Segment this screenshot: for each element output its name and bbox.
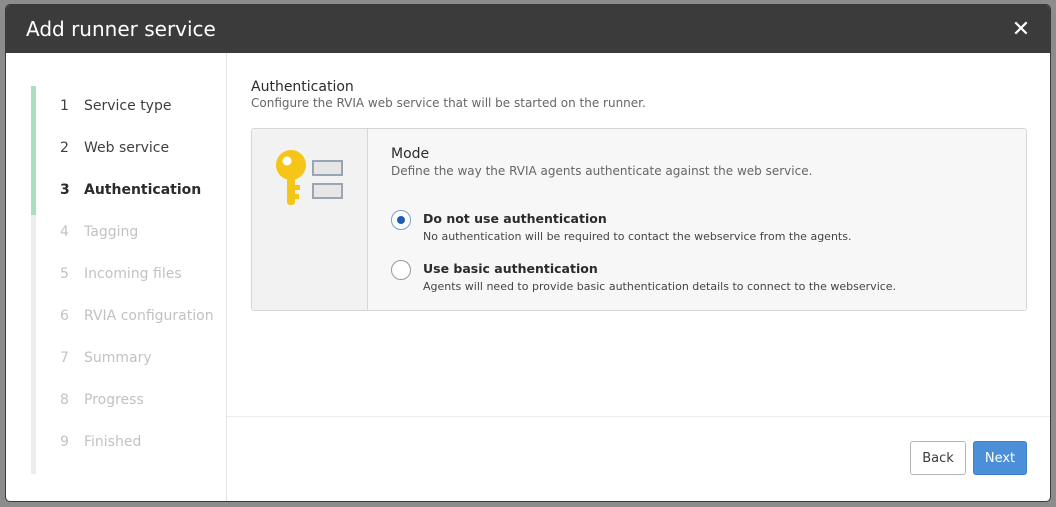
wizard-step-number: 7 [60,350,69,366]
wizard-steps: 1 Service type 2 Web service 3 Authentication… [60,98,214,476]
wizard-step-number: 4 [60,224,69,240]
wizard-step-label: Finished [84,434,142,450]
close-button[interactable]: ✕ [1006,14,1036,44]
wizard-step-label: Service type [84,98,172,114]
wizard-step: 7 Summary [60,350,214,392]
option-label: Use basic authentication [423,261,598,276]
mode-icon-panel [252,129,368,310]
wizard-step-number: 8 [60,392,69,408]
wizard-step: 1 Service type [60,98,214,140]
dialog-body: 1 Service type 2 Web service 3 Authentication… [6,53,1050,501]
option-label: Do not use authentication [423,211,607,226]
wizard-step: 9 Finished [60,434,214,476]
key-icon [276,150,343,205]
next-button[interactable]: Next [973,441,1027,475]
wizard-step-label: Progress [84,392,144,408]
option-description: No authentication will be required to co… [423,230,852,243]
wizard-step-number: 5 [60,266,69,282]
wizard-step: 8 Progress [60,392,214,434]
wizard-step-label: Authentication [84,182,202,198]
wizard-step-label: Web service [84,140,170,156]
wizard-step: 3 Authentication [60,182,214,224]
dialog-footer: Back Next [227,416,1050,501]
mode-title: Mode [391,146,430,162]
wizard-content: Authentication Configure the RVIA web se… [227,53,1050,501]
wizard-step-label: Incoming files [84,266,182,282]
mode-subtitle: Define the way the RVIA agents authentic… [391,164,813,178]
back-button[interactable]: Back [910,441,966,475]
mode-settings: Mode Define the way the RVIA agents auth… [368,129,1026,310]
wizard-progress-rail [31,86,36,474]
dialog-title: Add runner service [26,17,216,41]
wizard-step: 2 Web service [60,140,214,182]
wizard-step-number: 9 [60,434,69,450]
radio-no-authentication[interactable] [391,210,411,230]
wizard-step-label: RVIA configuration [84,308,214,324]
add-runner-service-dialog: Add runner service ✕ 1 Service type 2 Web s… [6,5,1050,501]
option-description: Agents will need to provide basic authen… [423,280,897,293]
wizard-sidebar: 1 Service type 2 Web service 3 Authentication… [6,53,227,501]
radio-basic-authentication[interactable] [391,260,411,280]
mode-card: Mode Define the way the RVIA agents auth… [251,128,1027,311]
wizard-step-number: 6 [60,308,69,324]
wizard-step-label: Tagging [84,224,139,240]
wizard-step: 5 Incoming files [60,266,214,308]
section-title: Authentication [251,79,354,95]
wizard-step-number: 2 [60,140,69,156]
wizard-step-number: 3 [60,182,70,198]
wizard-progress-fill [31,86,36,215]
wizard-step: 4 Tagging [60,224,214,266]
close-icon: ✕ [1011,16,1031,42]
wizard-step-label: Summary [84,350,152,366]
dialog-titlebar: Add runner service ✕ [6,5,1050,53]
wizard-step-number: 1 [60,98,69,114]
wizard-step: 6 RVIA configuration [60,308,214,350]
section-subtitle: Configure the RVIA web service that will… [251,96,646,110]
